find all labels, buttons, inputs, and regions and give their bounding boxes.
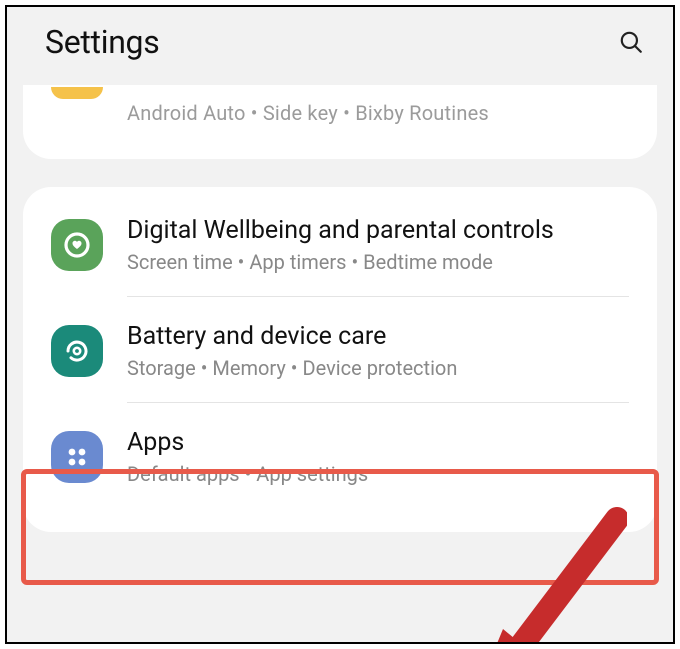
battery-device-care-icon <box>51 325 103 377</box>
advanced-features-icon <box>51 87 103 139</box>
battery-ring-icon <box>61 335 93 367</box>
list-item-advanced-features[interactable]: Android Auto • Side key • Bixby Routines <box>23 85 657 153</box>
settings-header: Settings <box>7 7 673 79</box>
list-item-title: Battery and device care <box>127 321 629 353</box>
list-item-battery-device-care[interactable]: Battery and device care Storage • Memory… <box>23 297 657 402</box>
list-item-subtitle: Storage • Memory • Device protection <box>127 355 629 382</box>
list-item-title: Apps <box>127 427 629 459</box>
search-icon <box>618 29 644 55</box>
list-item-apps[interactable]: Apps Default apps • App settings <box>23 403 657 508</box>
page-title: Settings <box>45 23 159 61</box>
list-item-digital-wellbeing[interactable]: Digital Wellbeing and parental controls … <box>23 191 657 296</box>
search-button[interactable] <box>617 28 645 56</box>
settings-group-advanced: Android Auto • Side key • Bixby Routines <box>23 85 657 159</box>
list-item-title: Digital Wellbeing and parental controls <box>127 215 629 247</box>
list-item-subtitle: Screen time • App timers • Bedtime mode <box>127 249 629 276</box>
apps-icon <box>51 431 103 483</box>
list-item-subtitle: Default apps • App settings <box>127 461 629 488</box>
settings-group-device: Digital Wellbeing and parental controls … <box>23 187 657 532</box>
digital-wellbeing-icon <box>51 219 103 271</box>
heart-ring-icon <box>61 229 93 261</box>
apps-grid-icon <box>62 442 92 472</box>
list-item-subtitle: Android Auto • Side key • Bixby Routines <box>127 101 629 125</box>
annotation-arrow-icon <box>457 507 627 644</box>
